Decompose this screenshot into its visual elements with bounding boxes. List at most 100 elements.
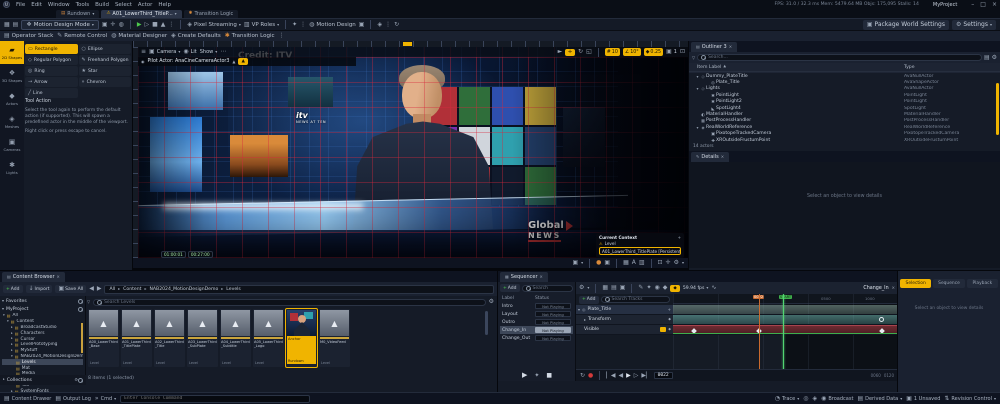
gear-icon[interactable]: ⚙ (674, 260, 679, 266)
filter-icon[interactable]: ▽ (692, 55, 695, 60)
rotation-snap-toggle[interactable]: ∠ 10° (622, 48, 641, 56)
asset-tile[interactable]: ▲ A03_LowerThird_SubPlate Level (187, 309, 218, 367)
playlist-play-button[interactable]: ▶ (522, 372, 527, 379)
preview-select-icon[interactable]: ▣ (572, 260, 578, 266)
lane-transform[interactable] (673, 315, 898, 325)
transition-logic-button[interactable]: ✱ Transition Logic (225, 33, 275, 40)
pixel-streaming-menu[interactable]: ◈ Pixel Streaming ▾ (187, 21, 241, 28)
retimer-icon[interactable]: ✦ (646, 285, 651, 291)
menu-edit[interactable]: Edit (31, 2, 42, 8)
track-add-button[interactable]: + Add (579, 295, 599, 304)
asset-search-input[interactable]: Search Levels (93, 298, 486, 306)
color-swatch-icon[interactable]: ● (596, 260, 601, 266)
tree-item[interactable]: ▾ ▤ NAB2024_MotionDesignDemo (2, 354, 83, 360)
selection-mode-icon[interactable]: ▣ (102, 21, 108, 28)
content-browser-icon[interactable]: ▤ (13, 21, 19, 28)
asset-tile[interactable]: ▲ A04_LowerThird_Subtitle Level (220, 309, 251, 367)
timeline[interactable]: 0500 1000 0022 START (673, 294, 898, 380)
forward-icon[interactable]: ▶ (97, 286, 102, 292)
camera-select-menu[interactable]: ▣ Camera ▾ (149, 49, 180, 56)
save-all-button[interactable]: ▣ Save All (55, 285, 87, 293)
viewport[interactable]: itv NEWS AT TEN Credit: ITV Global NEWS … (133, 41, 688, 268)
cinematics-icon[interactable]: ◍ (119, 21, 124, 28)
tool-chevron[interactable]: » Chevron (78, 77, 131, 87)
outliner-scrollbar[interactable] (996, 83, 999, 135)
create-defaults-button[interactable]: ◈ Create Defaults (171, 33, 221, 40)
grid-view-icon[interactable]: ▦ (623, 260, 629, 266)
context-add-icon[interactable]: + (678, 235, 681, 240)
outliner-search-input[interactable]: Search... (697, 54, 982, 61)
keying-options-icon[interactable]: ◆ (663, 285, 668, 291)
back-icon[interactable]: ◀ (89, 286, 94, 292)
step-forward-button[interactable]: ▷ (634, 372, 639, 379)
view-settings-icon[interactable]: ⚙ (489, 299, 494, 305)
grid-snap-toggle[interactable]: #10 (604, 48, 620, 56)
maximize-viewport-icon[interactable]: ⊡ (680, 49, 685, 55)
motion-design-button[interactable]: ◍ Motion Design (309, 21, 356, 28)
category-lights[interactable]: ✱ Lights (0, 156, 24, 179)
collapse-icon[interactable]: ▲ (232, 59, 235, 64)
lane-visible-bar[interactable] (673, 325, 898, 335)
output-log-button[interactable]: ▤ Output Log (55, 395, 91, 402)
render-movie-icon[interactable]: ▣ (620, 285, 626, 291)
world-icon[interactable]: ◎ (803, 395, 808, 402)
chevron-down-icon[interactable]: ▾ (682, 261, 684, 265)
text-overlay-icon[interactable]: A (632, 260, 636, 266)
eject-button[interactable]: ▲ (161, 21, 166, 28)
playlist-row[interactable]: Outro Not Playing (500, 318, 573, 326)
go-to-start-button[interactable]: ▏◀ (606, 372, 615, 379)
close-button[interactable]: × (992, 1, 997, 8)
outliner-row[interactable]: ▾ ◇ Dummy_PlateTitle AvaNullActor (689, 73, 1000, 79)
stop-piloting-button[interactable]: ▲ (238, 58, 248, 65)
close-icon[interactable]: × (57, 275, 60, 279)
asset-grid[interactable]: ▲ A00_LowerThird_Base Level ▲ A01_LowerThir… (88, 308, 490, 373)
toolbar-overflow-icon[interactable]: ⋮ (279, 33, 285, 39)
refresh-icon[interactable]: ↻ (394, 21, 399, 28)
mask-icon[interactable]: ▥ (639, 260, 645, 266)
context-level-dropdown[interactable]: A01_LowerThird_TitlePlate [Persistent]▾ (599, 247, 681, 255)
close-icon[interactable]: × (721, 155, 724, 159)
asset-tile[interactable]: ▲ A05_LowerThird_Logo Level (253, 309, 284, 367)
select-tool-icon[interactable]: ► (558, 49, 563, 55)
vp-roles-menu[interactable]: ▥ VP Roles ▾ (244, 21, 279, 28)
project-section[interactable]: ▾ MyProject (2, 305, 83, 313)
cmd-menu[interactable]: » Cmd ▾ (95, 395, 116, 402)
playlist-search-input[interactable]: Search (521, 284, 573, 292)
outliner-row[interactable]: ▦ PostProcessHandler PostProcessHandler (689, 118, 1000, 124)
menu-tools[interactable]: Tools (76, 2, 90, 8)
camera-speed[interactable]: ▣ 1 (666, 49, 677, 56)
editor-mode-select[interactable]: ❖ Motion Design Mode ▾ (21, 19, 99, 30)
tool-regular-polygon[interactable]: ◇ Regular Polygon (25, 55, 78, 65)
outliner-row[interactable]: ▾ ◈ RealWorldReference RealWorldReference (689, 124, 1000, 130)
eye-options-icon[interactable]: ◉ (654, 285, 659, 291)
multi-user-icon[interactable]: ◈ (813, 395, 818, 402)
outliner-row[interactable]: ◐ MaterialHandler MaterialHandler (689, 111, 1000, 117)
trace-menu[interactable]: ◔ Trace ▾ (775, 395, 800, 402)
transform-menu-icon[interactable]: ✛ (111, 21, 116, 28)
crosshair-icon[interactable]: ✛ (666, 260, 671, 266)
screen-icon[interactable]: ▣ (604, 260, 610, 266)
playlist-add-button[interactable]: + Add (500, 284, 520, 292)
category-actors[interactable]: ◆ Actors (0, 87, 24, 110)
broadcast-button[interactable]: ◉ Broadcast (821, 395, 853, 402)
camera-icon[interactable]: ▣ (359, 21, 365, 28)
safe-frame-icon[interactable]: ⊡ (658, 260, 663, 266)
tab-details[interactable]: ✎ Details × (691, 152, 730, 162)
outliner-row[interactable]: ✚ XROutsideFrustumPoint XROutsideFrustumPo… (689, 137, 1000, 142)
play-button[interactable]: ▶ (137, 21, 142, 28)
close-icon[interactable]: × (540, 275, 543, 279)
unreal-logo-icon[interactable]: U (3, 1, 10, 8)
outliner-row[interactable]: ▣ PixotopeTrackedCamera PixotopeTrackedCam… (689, 131, 1000, 137)
minimize-button[interactable]: – (971, 1, 974, 8)
derived-data-menu[interactable]: ▤ Derived Data ▾ (857, 395, 902, 402)
playlist-row[interactable]: Intro Not Playing (500, 302, 573, 310)
playhead[interactable] (783, 294, 784, 380)
category-meshes[interactable]: ◈ Meshes (0, 110, 24, 133)
scale-tool-icon[interactable]: ◱ (586, 49, 592, 55)
autokey-button[interactable]: ◆ (670, 284, 680, 292)
category-3d-shapes[interactable]: ❖ 3D Shapes (0, 64, 24, 87)
fps-menu[interactable]: 59.94 fps ▾ (683, 286, 709, 291)
curve-editor-icon[interactable]: ∿ (711, 285, 716, 291)
package-world-settings-button[interactable]: ▣ Package World Settings (862, 19, 949, 30)
outliner-header[interactable]: Item Label ▲ Type (689, 63, 1000, 71)
